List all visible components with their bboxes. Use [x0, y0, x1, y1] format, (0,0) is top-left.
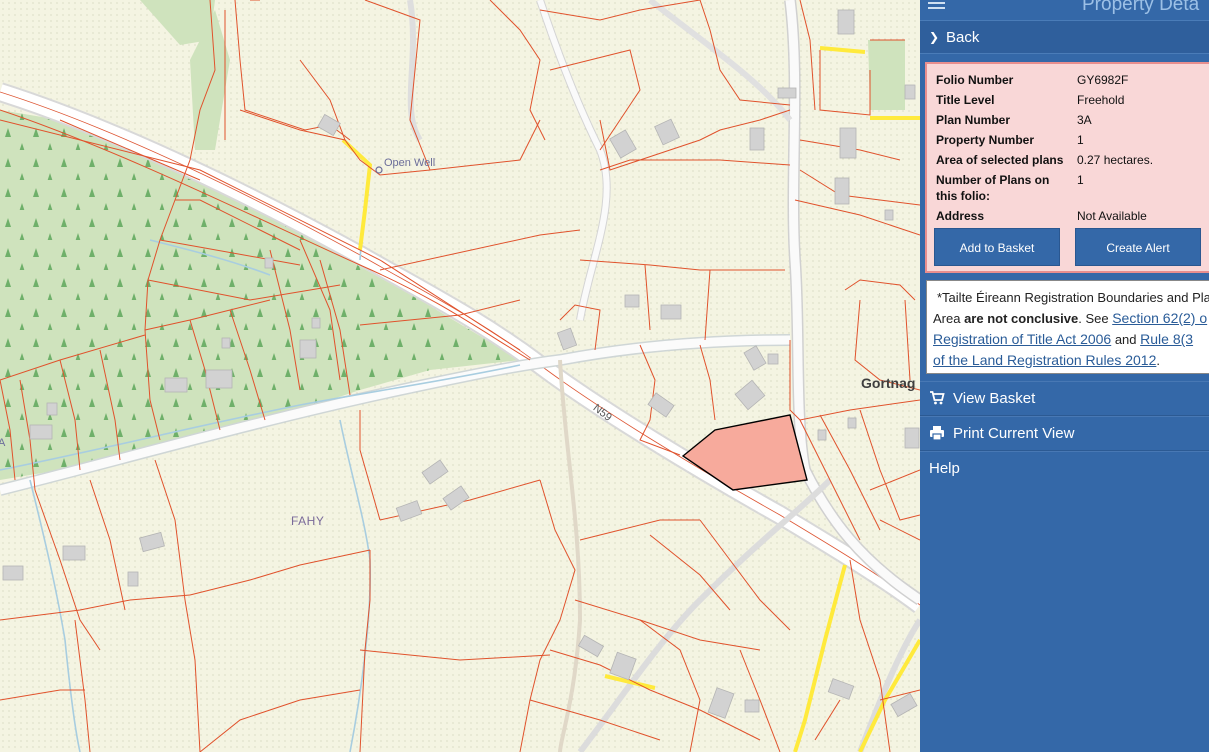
- rule-8-link[interactable]: Rule 8(3: [1140, 331, 1193, 347]
- plans-count-label-line1: Number of Plans on: [936, 173, 1050, 187]
- printer-icon: [929, 425, 945, 441]
- view-basket-label: View Basket: [953, 390, 1036, 407]
- plans-count-label: Number of Plans on this folio:: [936, 172, 1074, 204]
- help-label: Help: [929, 460, 960, 477]
- land-registration-rules-link[interactable]: of the Land Registration Rules 2012: [933, 352, 1156, 368]
- panel-title: Property Deta: [1082, 0, 1200, 15]
- chevron-right-icon: ❯: [929, 30, 940, 44]
- notice-text-and: and: [1111, 332, 1141, 347]
- create-alert-button[interactable]: Create Alert: [1075, 228, 1201, 266]
- plans-count-label-line2: this folio:: [936, 189, 990, 203]
- area-label: Area of selected plans: [936, 153, 1064, 167]
- plan-number-value: 3A: [1077, 113, 1092, 127]
- title-level-value: Freehold: [1077, 93, 1125, 107]
- address-value: Not Available: [1077, 209, 1147, 223]
- disclaimer-notice: *Tailte Éireann Registration Boundaries …: [926, 280, 1209, 374]
- help-button[interactable]: Help: [920, 451, 1209, 486]
- back-label: Back: [946, 29, 980, 46]
- notice-text-end: .: [1156, 353, 1160, 368]
- plans-count-value: 1: [1077, 173, 1084, 187]
- hamburger-icon[interactable]: [928, 0, 945, 9]
- notice-line-4: of the Land Registration Rules 2012.: [933, 350, 1209, 371]
- plan-number-label: Plan Number: [936, 113, 1011, 127]
- property-number-value: 1: [1077, 133, 1084, 147]
- notice-line-3: Registration of Title Act 2006 and Rule …: [933, 329, 1209, 350]
- notice-line-1: *Tailte Éireann Registration Boundaries …: [933, 287, 1209, 308]
- title-level-label: Title Level: [936, 93, 995, 107]
- shopping-cart-icon: [929, 390, 945, 406]
- print-view-label: Print Current View: [953, 425, 1075, 442]
- notice-text-see: . See: [1078, 311, 1113, 326]
- notice-bold-text: are not conclusive: [964, 311, 1079, 326]
- property-info-box: Folio Number GY6982F Title Level Freehol…: [925, 62, 1209, 273]
- map-view[interactable]: FAHY Open Well N59 Gortnag A: [0, 0, 920, 752]
- panel-header: Property Deta: [920, 0, 1209, 18]
- property-number-label: Property Number: [936, 133, 1035, 147]
- notice-text-area: Area: [933, 311, 965, 326]
- print-current-view-button[interactable]: Print Current View: [920, 416, 1209, 451]
- notice-line-2: Area are not conclusive. See Section 62(…: [933, 308, 1209, 329]
- view-basket-button[interactable]: View Basket: [920, 381, 1209, 416]
- place-label-fragment: A: [0, 437, 6, 449]
- address-label: Address: [936, 209, 985, 223]
- folio-number-value: GY6982F: [1077, 73, 1129, 87]
- add-to-basket-button[interactable]: Add to Basket: [934, 228, 1060, 266]
- property-details-panel: Property Deta ❯ Back Folio Number GY6982…: [920, 0, 1209, 752]
- place-label-fahy: FAHY: [291, 514, 325, 528]
- place-label-gortnag: Gortnag: [861, 375, 916, 391]
- label-open-well: Open Well: [384, 157, 436, 169]
- folio-number-label: Folio Number: [936, 73, 1014, 87]
- section-62-link[interactable]: Section 62(2) o: [1112, 310, 1207, 326]
- notice-line-1-text: *Tailte Éireann Registration Boundaries …: [937, 290, 1209, 305]
- registration-act-link[interactable]: Registration of Title Act 2006: [933, 331, 1111, 347]
- back-button[interactable]: ❯ Back: [920, 20, 1209, 54]
- area-value: 0.27 hectares.: [1077, 153, 1154, 167]
- map-canvas[interactable]: [0, 0, 920, 752]
